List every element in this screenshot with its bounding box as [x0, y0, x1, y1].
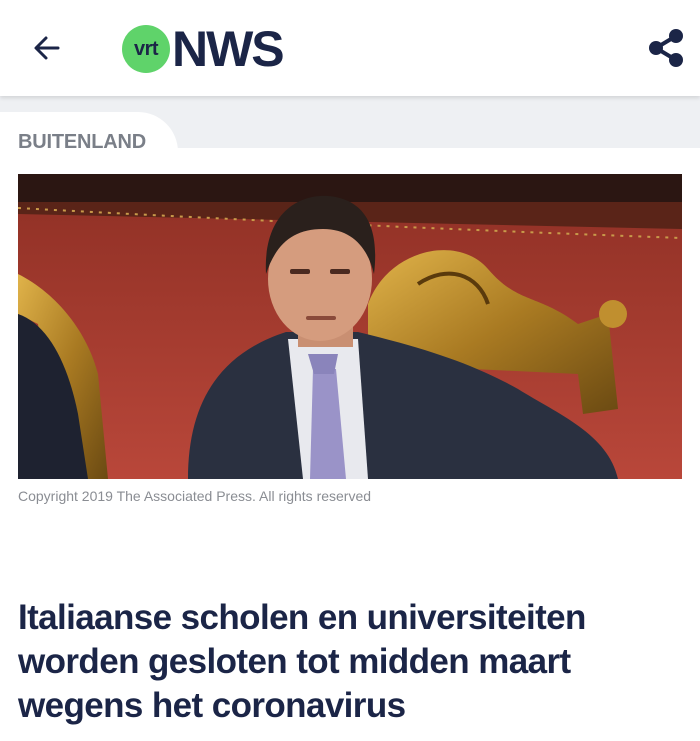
arrow-left-icon — [34, 36, 60, 60]
article-photo[interactable] — [18, 174, 682, 479]
top-navigation-bar: vrt NWS — [0, 0, 700, 96]
share-icon — [649, 29, 683, 67]
article-headline: Italiaanse scholen en universiteiten wor… — [18, 598, 586, 725]
logo-badge: vrt — [122, 25, 170, 73]
photo-illustration — [18, 174, 682, 479]
vrt-nws-logo[interactable]: vrt NWS — [122, 21, 285, 77]
logo-text: NWS — [172, 21, 285, 77]
photo-caption: Copyright 2019 The Associated Press. All… — [18, 488, 372, 504]
section-label[interactable]: BUITENLAND — [18, 131, 146, 154]
back-button[interactable] — [28, 28, 68, 68]
share-button[interactable] — [644, 26, 688, 70]
